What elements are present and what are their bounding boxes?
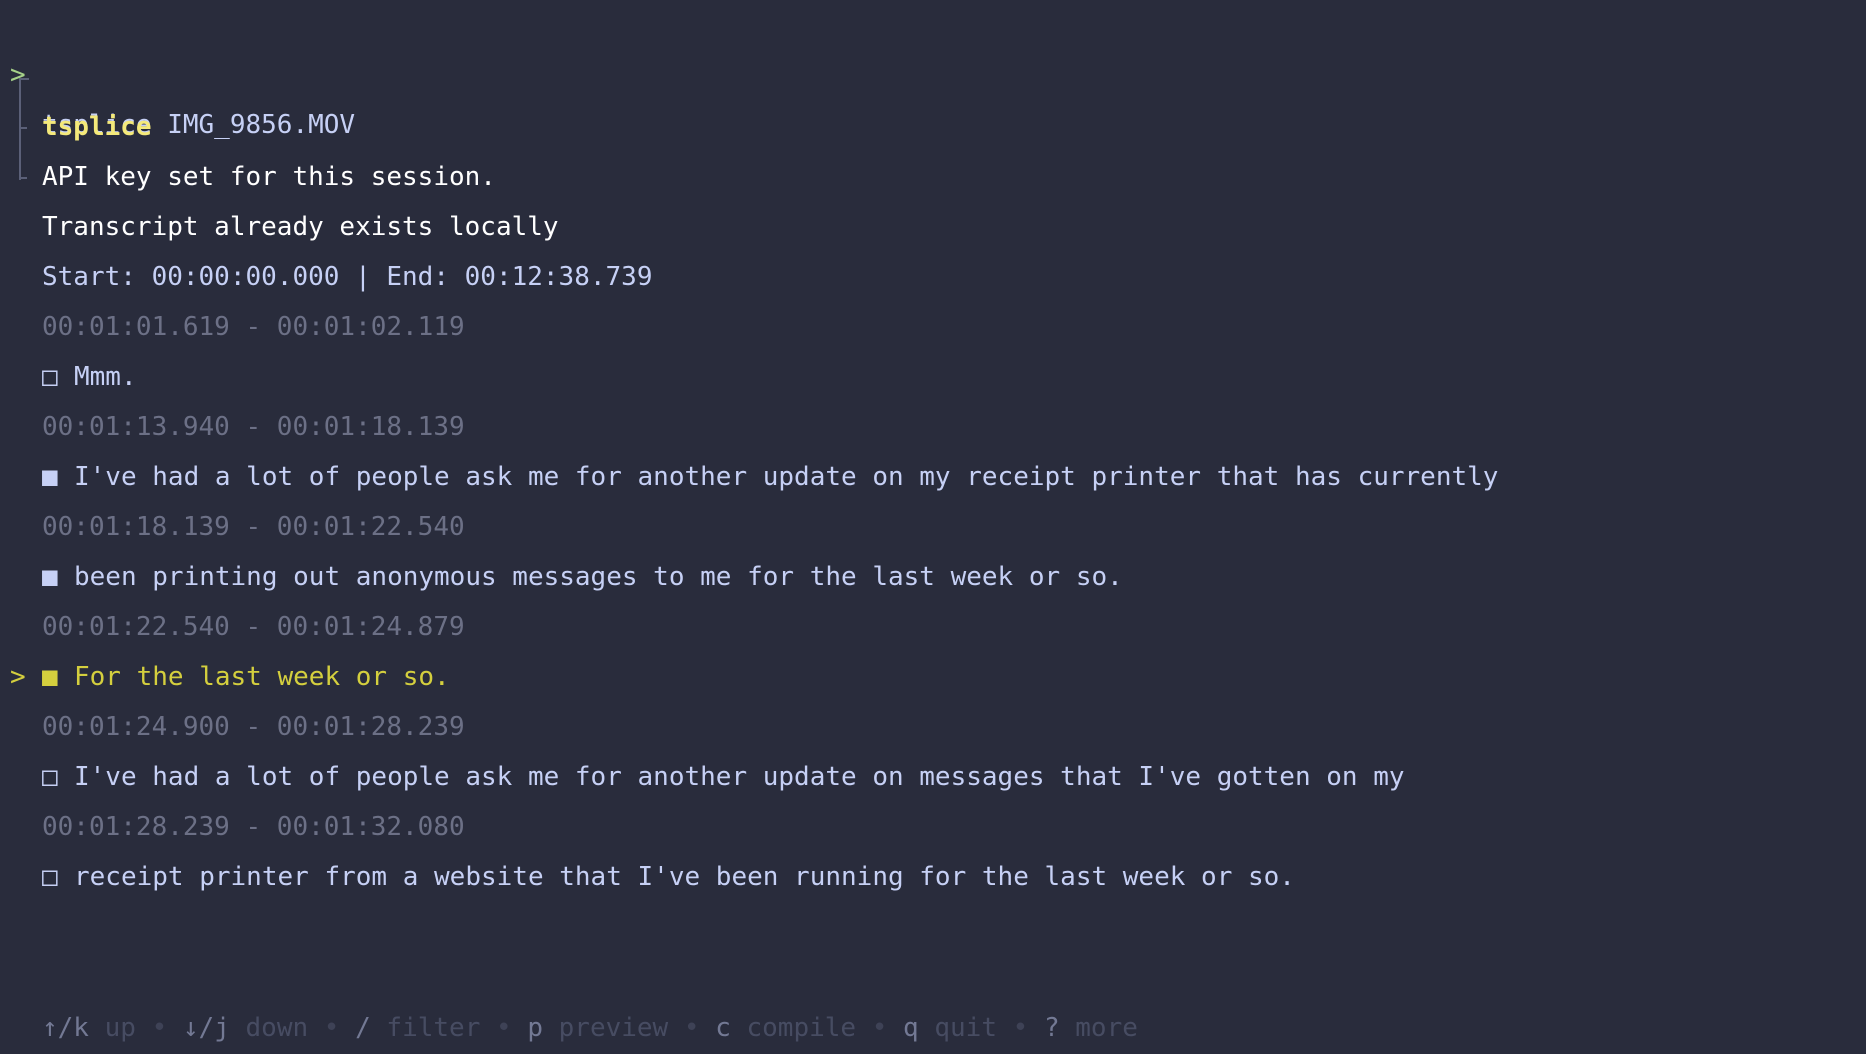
segment-text: I've had a lot of people ask me for anot… xyxy=(74,762,1405,792)
transcript-message: Transcript already exists locally xyxy=(42,212,559,242)
segment-timestamp: 00:01:28.239 - 00:01:32.080 xyxy=(42,812,465,842)
help-description: more xyxy=(1059,1013,1138,1043)
help-bar: ↑/k up • ↓/j down • / filter • p preview… xyxy=(42,1003,1138,1053)
help-key: p xyxy=(527,1013,543,1043)
cursor-caret: > xyxy=(10,662,26,692)
help-key: ↑/k xyxy=(42,1013,89,1043)
help-separator: • xyxy=(668,1013,716,1043)
help-description: preview xyxy=(542,1013,669,1043)
segment-row[interactable]: □ Mmm. xyxy=(0,352,1866,402)
checkbox-checked-icon[interactable]: ■ xyxy=(42,552,74,602)
app-title-line: tsplice xyxy=(0,52,152,142)
segment-timestamp: 00:01:01.619 - 00:01:02.119 xyxy=(42,312,465,342)
help-separator: • xyxy=(996,1013,1044,1043)
segment-timestamp: 00:01:24.900 - 00:01:28.239 xyxy=(42,712,465,742)
prompt-line: > tsplice IMG_9856.MOV xyxy=(0,0,355,140)
segment-row[interactable]: □ I've had a lot of people ask me for ano… xyxy=(0,752,1866,802)
api-key-message: API key set for this session. xyxy=(42,162,496,192)
help-key: ? xyxy=(1043,1013,1060,1043)
help-description: filter xyxy=(370,1013,481,1043)
status-message: API key set for this session. xyxy=(0,102,496,192)
segment-timestamp: 00:01:18.139 - 00:01:22.540 xyxy=(42,512,465,542)
segment-timestamp: 00:01:22.540 - 00:01:24.879 xyxy=(42,612,465,642)
help-separator: • xyxy=(856,1013,904,1043)
segment-timestamp: 00:01:13.940 - 00:01:18.139 xyxy=(42,412,465,442)
help-key: c xyxy=(715,1013,731,1043)
segment-text: For the last week or so. xyxy=(74,662,450,692)
range-line: Start: 00:00:00.000 | End: 00:12:38.739 xyxy=(0,202,652,292)
checkbox-checked-icon[interactable]: ■ xyxy=(42,452,74,502)
segment-row[interactable]: > ■ For the last week or so. xyxy=(0,652,1866,702)
help-key: ↓/j xyxy=(182,1013,230,1043)
checkbox-checked-icon[interactable]: ■ xyxy=(42,652,74,702)
help-key: / xyxy=(355,1013,371,1043)
help-separator: • xyxy=(308,1013,356,1043)
checkbox-unchecked-icon[interactable]: □ xyxy=(42,352,74,402)
segment-text: been printing out anonymous messages to … xyxy=(74,562,1123,592)
help-description: quit xyxy=(918,1013,997,1043)
segment-text: receipt printer from a website that I've… xyxy=(74,862,1295,892)
time-range: Start: 00:00:00.000 | End: 00:12:38.739 xyxy=(42,262,653,292)
help-separator: • xyxy=(135,1013,183,1043)
checkbox-unchecked-icon[interactable]: □ xyxy=(42,752,74,802)
segment-row[interactable]: □ receipt printer from a website that I'v… xyxy=(0,852,1866,902)
segment-text: Mmm. xyxy=(74,362,137,392)
segment-row[interactable]: ■ been printing out anonymous messages to… xyxy=(0,552,1866,602)
segment-row[interactable]: ■ I've had a lot of people ask me for ano… xyxy=(0,452,1866,502)
help-key: q xyxy=(903,1013,919,1043)
help-separator: • xyxy=(480,1013,528,1043)
help-description: up xyxy=(88,1013,136,1043)
checkbox-unchecked-icon[interactable]: □ xyxy=(42,852,74,902)
app-title: tsplice xyxy=(42,112,152,142)
status-message: Transcript already exists locally xyxy=(0,152,559,242)
help-description: compile xyxy=(730,1013,857,1043)
help-description: down xyxy=(229,1013,309,1043)
segment-text: I've had a lot of people ask me for anot… xyxy=(74,462,1499,492)
